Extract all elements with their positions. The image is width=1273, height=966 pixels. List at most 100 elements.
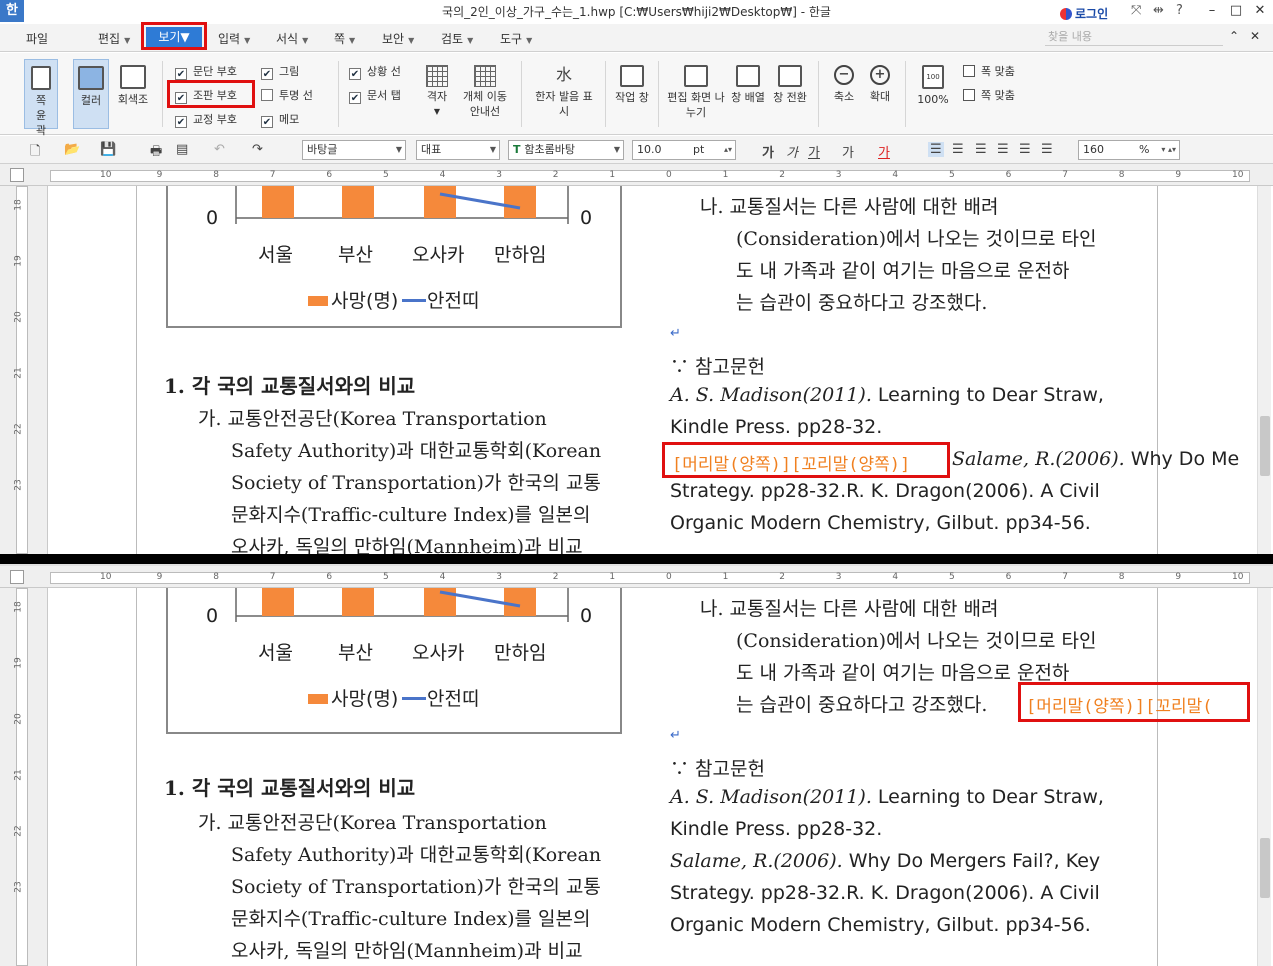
checkbox-control-codes[interactable]: ✔ 조판 부호 [175,87,237,104]
align-distribute-icon[interactable]: ☰ [1019,142,1031,157]
checkbox-proof-mark[interactable]: ✔ 교정 부호 [175,111,237,128]
ruler-number: 22 [13,423,24,435]
sidebar-icon[interactable]: ⇹ [1153,3,1164,18]
align-right-icon[interactable]: ☰ [997,142,1009,157]
control-code-header-footer[interactable]: [머리말(양쪽)][꼬리말(양쪽)] [672,450,910,475]
font-size-input[interactable]: 10.0 pt ▴▾ [632,140,736,160]
menu-review[interactable]: 검토 ▼ [441,30,473,47]
zoom-input[interactable]: 160% ▾ ▴▾ [1078,140,1180,160]
ruler-number: 0 [666,572,672,582]
check-icon: ✔ [175,92,187,104]
menu-tools-label: 도구 [500,32,523,46]
task-pane-button[interactable]: 작업 창 [614,65,650,125]
checkbox-status-line[interactable]: ✔ 상황 선 [349,63,401,80]
object-guide-label: 개체 이동 안내선 [463,90,507,118]
menu-file[interactable]: 파일 [26,30,48,47]
document-page[interactable]: 0 0 서울 부산 오사카 만하임 사망(명) 안전띠 1. 각 국의 교통질서… [52,186,1242,554]
search-input[interactable]: 찾을 내용 [1045,28,1223,46]
legend-swatch-bar [308,296,328,306]
hanja-pronunciation-button[interactable]: 水 한자 발음 표시 [533,63,595,125]
underline-icon[interactable]: 가 [808,142,820,161]
align-justify-icon[interactable]: ☰ [928,142,944,157]
new-document-icon[interactable]: 🗋 [30,142,40,164]
print-icon[interactable]: 🖶 [150,142,162,164]
zoom-in-label: 확대 [869,90,891,103]
font-select[interactable]: T 함초롬바탕 ▼ [508,140,624,160]
ribbon-collapse-icon[interactable]: ⌃ [1229,29,1239,43]
reference-author: A. S. Madison(2011). [670,384,872,406]
align-center-icon[interactable]: ☰ [975,142,987,157]
menu-page[interactable]: 쪽 ▼ [334,30,355,47]
checkbox-document-tab[interactable]: ✔ 문서 탭 [349,87,401,104]
ruler-number: 4 [439,170,446,180]
vertical-ruler[interactable]: 18 19 20 21 22 23 [0,186,48,554]
ruler-corner [10,168,24,182]
align-left-icon[interactable]: ☰ [952,142,964,157]
checkbox-paragraph-mark[interactable]: ✔ 문단 부호 [175,63,237,80]
category-label: 서울 [258,642,293,664]
menu-insert[interactable]: 입력 ▼ [218,30,250,47]
fit-page-button[interactable]: 쪽 맞춤 [963,87,1015,103]
menu-view[interactable]: 보기▼ [146,27,202,47]
minimize-button[interactable]: – [1202,2,1222,20]
vertical-ruler[interactable]: 18 19 20 21 22 23 [0,588,48,966]
zoom-out-button[interactable]: − 축소 [828,65,860,125]
body-line: 가. 교통안전공단(Korea Transportation [198,812,547,834]
login-button[interactable]: 로그인 [1060,5,1108,22]
grayscale-button[interactable]: 회색조 [113,65,153,125]
vertical-scrollbar[interactable] [1257,186,1271,554]
menu-format[interactable]: 서식 ▼ [276,30,308,47]
color-button[interactable]: 컬러 [73,59,109,129]
close-button[interactable]: ✕ [1250,2,1270,20]
chevron-down-icon: ▼ [244,36,251,45]
window-arrange-button[interactable]: 창 배열 [730,65,766,125]
grid-icon [426,65,448,87]
language-select[interactable]: 대표 ▼ [416,140,500,160]
window-arrange-label: 창 배열 [731,91,765,104]
maximize-button[interactable]: □ [1226,2,1246,20]
undo-icon[interactable]: ↶ [214,142,225,157]
style-select[interactable]: 바탕글 ▼ [302,140,406,160]
checkbox-memo[interactable]: ✔ 메모 [261,111,299,128]
zoom-100-button[interactable]: 100 100% [912,65,954,125]
share-icon[interactable]: ⤧ [1131,3,1141,18]
document-page[interactable]: 0 0 서울 부산 오사카 만하임 사망(명) 안전띠 1. 각 국의 교통질서… [52,588,1250,966]
fit-width-button[interactable]: 폭 맞춤 [963,63,1015,79]
reference-entry: A. S. Madison(2011). Learning to Dear St… [670,384,1104,406]
vertical-scrollbar[interactable] [1257,588,1271,966]
horizontal-ruler[interactable]: 10 9 8 7 6 5 4 3 2 1 0 1 2 3 4 5 6 7 8 9 10 [0,164,1273,186]
page-outline-button[interactable]: 쪽 윤곽 [24,59,58,137]
italic-icon[interactable]: 가 [786,142,798,161]
page-margin-line [136,588,137,966]
menu-edit[interactable]: 편집 ▼ [98,30,130,47]
close-doc-icon[interactable]: ✕ [1250,29,1260,43]
split-view-button[interactable]: 편집 화면 나누기 [667,65,725,125]
open-folder-icon[interactable]: 📂 [64,142,80,157]
horizontal-ruler[interactable]: 10 9 8 7 6 5 4 3 2 1 0 1 2 3 4 5 6 7 8 9 10 [0,566,1273,588]
window-switch-button[interactable]: 창 전환 [772,65,808,125]
align-split-icon[interactable]: ☰ [1041,142,1053,157]
help-icon[interactable]: ? [1176,3,1183,18]
preview-icon[interactable]: ▤ [176,142,188,157]
login-label: 로그인 [1075,7,1109,21]
checkbox-picture[interactable]: ✔ 그림 [261,63,299,80]
control-code-header-footer[interactable]: [머리말(양쪽)][꼬리말( [1026,692,1248,717]
redo-icon[interactable]: ↷ [252,142,263,157]
menu-security[interactable]: 보안 ▼ [382,30,414,47]
ruler-number: 5 [383,170,389,180]
font-color-icon[interactable]: 가 [878,142,890,161]
object-guide-button[interactable]: 개체 이동 안내선 [457,65,513,125]
scrollbar-thumb[interactable] [1260,416,1270,476]
check-icon: ✔ [349,92,361,104]
ruler-number: 9 [156,170,163,180]
divider [818,61,819,127]
grid-button[interactable]: 격자 ▼ [420,65,454,125]
zoom-in-button[interactable]: + 확대 [864,65,896,125]
scrollbar-thumb[interactable] [1260,838,1270,898]
bold-icon[interactable]: 가 [762,142,774,161]
strikethrough-icon[interactable]: 가 [842,142,854,161]
save-icon[interactable]: 💾 [100,142,116,157]
menu-tools[interactable]: 도구 ▼ [500,30,532,47]
ruler-number: 9 [1175,572,1182,582]
checkbox-transparent-line[interactable]: 투명 선 [261,87,313,103]
